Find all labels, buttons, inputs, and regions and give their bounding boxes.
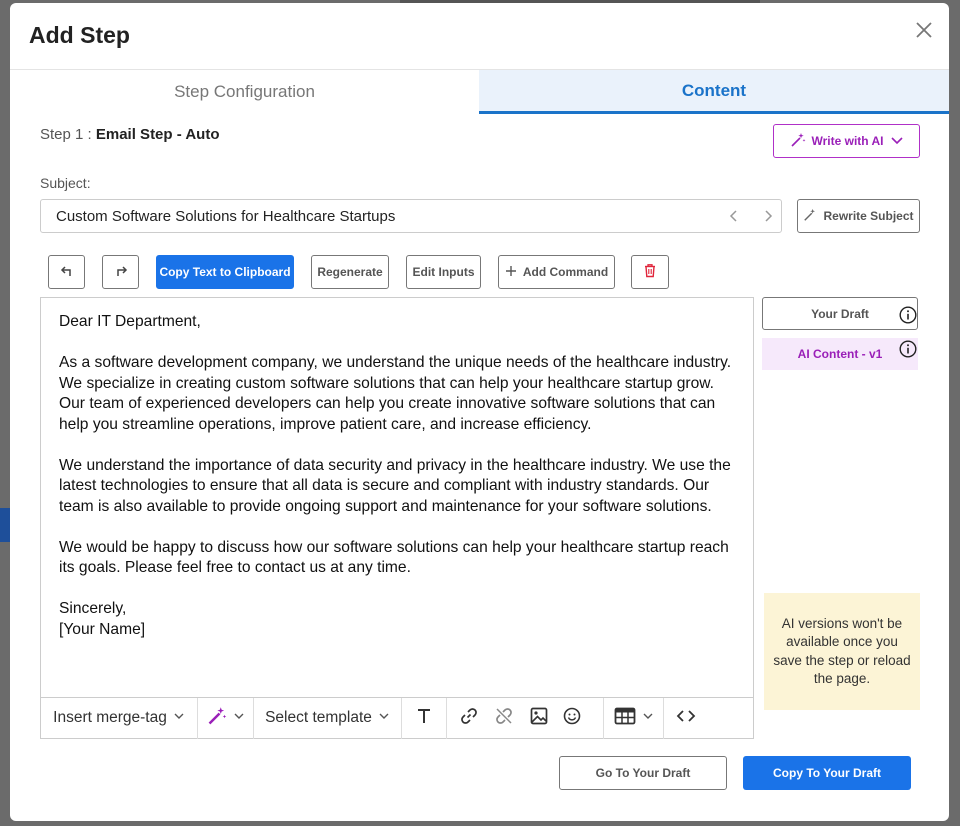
tab-step-configuration[interactable]: Step Configuration xyxy=(10,70,479,114)
go-to-your-draft-button[interactable]: Go To Your Draft xyxy=(559,756,727,790)
subject-field[interactable]: Custom Software Solutions for Healthcare… xyxy=(40,199,782,233)
emoji-button[interactable] xyxy=(556,697,604,739)
magic-wand-icon xyxy=(803,208,817,225)
rewrite-subject-button[interactable]: Rewrite Subject xyxy=(797,199,920,233)
select-template-label: Select template xyxy=(265,709,372,726)
chevron-down-icon xyxy=(890,133,904,150)
image-button[interactable] xyxy=(521,698,556,739)
add-command-button[interactable]: Add Command xyxy=(498,255,615,289)
link-button[interactable] xyxy=(451,698,486,739)
select-template-dropdown[interactable]: Select template xyxy=(254,697,402,739)
magic-wand-icon xyxy=(207,706,227,731)
chevron-left-icon[interactable] xyxy=(727,208,741,228)
table-dropdown[interactable] xyxy=(604,697,664,739)
write-with-ai-button[interactable]: Write with AI xyxy=(773,124,920,158)
link-icon xyxy=(459,706,479,731)
chevron-down-icon xyxy=(173,709,185,727)
write-with-ai-label: Write with AI xyxy=(811,134,884,148)
regenerate-button[interactable]: Regenerate xyxy=(311,255,389,289)
step-label: Step 1 : Email Step - Auto xyxy=(40,126,220,143)
copy-to-your-draft-button[interactable]: Copy To Your Draft xyxy=(743,756,911,790)
step-prefix: Step 1 : xyxy=(40,126,96,143)
ai-content-version-button[interactable]: AI Content - v1 xyxy=(762,338,918,370)
unlink-button[interactable] xyxy=(486,698,521,739)
source-code-button[interactable] xyxy=(664,698,708,739)
redo-button[interactable] xyxy=(102,255,139,289)
subject-label: Subject: xyxy=(40,175,91,191)
ai-wand-dropdown[interactable] xyxy=(198,697,254,739)
chevron-down-icon xyxy=(233,709,245,727)
email-paragraph: We understand the importance of data sec… xyxy=(59,456,731,515)
ai-versions-warning: AI versions won't be available once you … xyxy=(764,593,920,710)
info-icon[interactable] xyxy=(899,340,917,358)
copy-text-to-clipboard-button[interactable]: Copy Text to Clipboard xyxy=(156,255,294,289)
code-icon xyxy=(676,708,696,729)
step-name: Email Step - Auto xyxy=(95,126,220,143)
rewrite-subject-label: Rewrite Subject xyxy=(823,209,914,223)
undo-icon xyxy=(60,264,74,281)
email-greeting: Dear IT Department, xyxy=(59,313,201,330)
image-icon xyxy=(529,706,549,731)
tab-bar: Step Configuration Content xyxy=(10,69,949,114)
email-editor[interactable]: Dear IT Department, As a software develo… xyxy=(40,297,754,739)
subject-arrows xyxy=(727,208,775,228)
emoji-icon xyxy=(562,706,582,731)
info-icon[interactable] xyxy=(899,306,917,324)
close-icon[interactable] xyxy=(913,19,935,41)
undo-button[interactable] xyxy=(48,255,85,289)
modal-title: Add Step xyxy=(29,22,130,48)
email-paragraph: As a software development company, we un… xyxy=(59,354,732,433)
chevron-down-icon xyxy=(378,709,390,727)
email-closing: Sincerely, xyxy=(59,600,127,617)
magic-wand-icon xyxy=(790,132,806,151)
chevron-down-icon xyxy=(642,709,654,727)
add-step-modal: Add Step Step Configuration Content Step… xyxy=(10,3,949,821)
subject-value: Custom Software Solutions for Healthcare… xyxy=(56,207,396,225)
text-format-button[interactable] xyxy=(402,697,447,739)
unlink-icon xyxy=(494,706,514,731)
your-draft-version-button[interactable]: Your Draft xyxy=(762,297,918,330)
text-format-icon xyxy=(415,707,433,730)
table-icon xyxy=(614,707,636,730)
edit-inputs-button[interactable]: Edit Inputs xyxy=(406,255,481,289)
chevron-right-icon[interactable] xyxy=(761,208,775,228)
email-paragraph: We would be happy to discuss how our sof… xyxy=(59,538,729,577)
email-body[interactable]: Dear IT Department, As a software develo… xyxy=(59,312,739,640)
plus-icon xyxy=(505,265,517,280)
trash-icon xyxy=(643,263,657,281)
email-signature: [Your Name] xyxy=(59,620,146,638)
tab-content[interactable]: Content xyxy=(479,70,949,114)
editor-toolbar: Insert merge-tag Select template xyxy=(41,697,753,739)
delete-button[interactable] xyxy=(631,255,669,289)
add-command-label: Add Command xyxy=(522,265,609,279)
redo-icon xyxy=(114,264,128,281)
insert-merge-tag-dropdown[interactable]: Insert merge-tag xyxy=(41,697,198,739)
insert-merge-tag-label: Insert merge-tag xyxy=(53,709,167,726)
